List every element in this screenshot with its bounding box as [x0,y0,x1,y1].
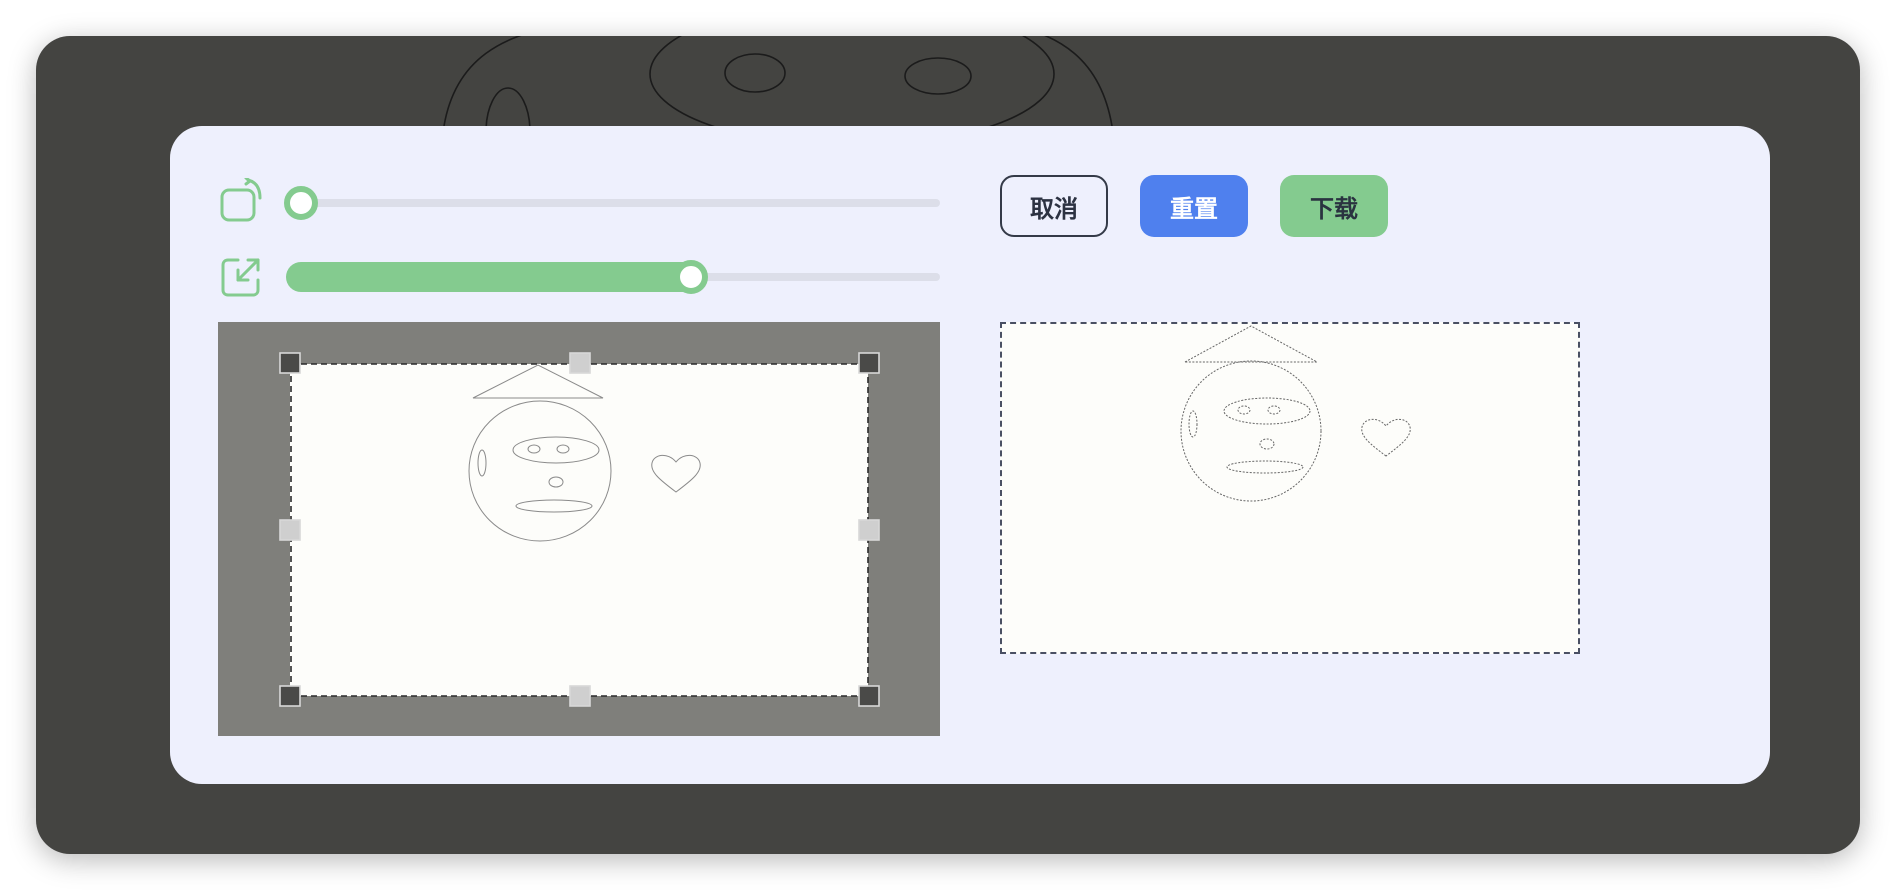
crop-dialog: 取消 重置 下载 [170,126,1770,784]
crop-handle-top-right[interactable] [858,352,880,374]
crop-area[interactable] [218,322,940,736]
crop-handle-left[interactable] [279,519,301,541]
app-window: 取消 重置 下载 [36,36,1860,854]
zoom-slider-fill [286,262,704,292]
rotate-icon[interactable] [220,178,264,222]
cancel-button[interactable]: 取消 [1000,175,1108,237]
crop-preview [1000,322,1580,654]
crop-handle-bottom[interactable] [569,685,591,707]
crop-canvas[interactable] [218,322,940,736]
crop-handle-bottom-left[interactable] [279,685,301,707]
reset-button[interactable]: 重置 [1140,175,1248,237]
rotate-slider[interactable] [284,186,940,220]
zoom-slider[interactable] [286,260,940,294]
crop-handle-bottom-right[interactable] [858,685,880,707]
resize-icon[interactable] [220,254,264,298]
background-image [443,36,1113,136]
preview-image [1180,325,1411,502]
zoom-slider-thumb[interactable] [674,260,708,294]
rotate-slider-thumb[interactable] [284,186,318,220]
crop-handle-top-left[interactable] [279,352,301,374]
download-button[interactable]: 下载 [1280,175,1388,237]
crop-handle-top[interactable] [569,352,591,374]
crop-handle-right[interactable] [858,519,880,541]
